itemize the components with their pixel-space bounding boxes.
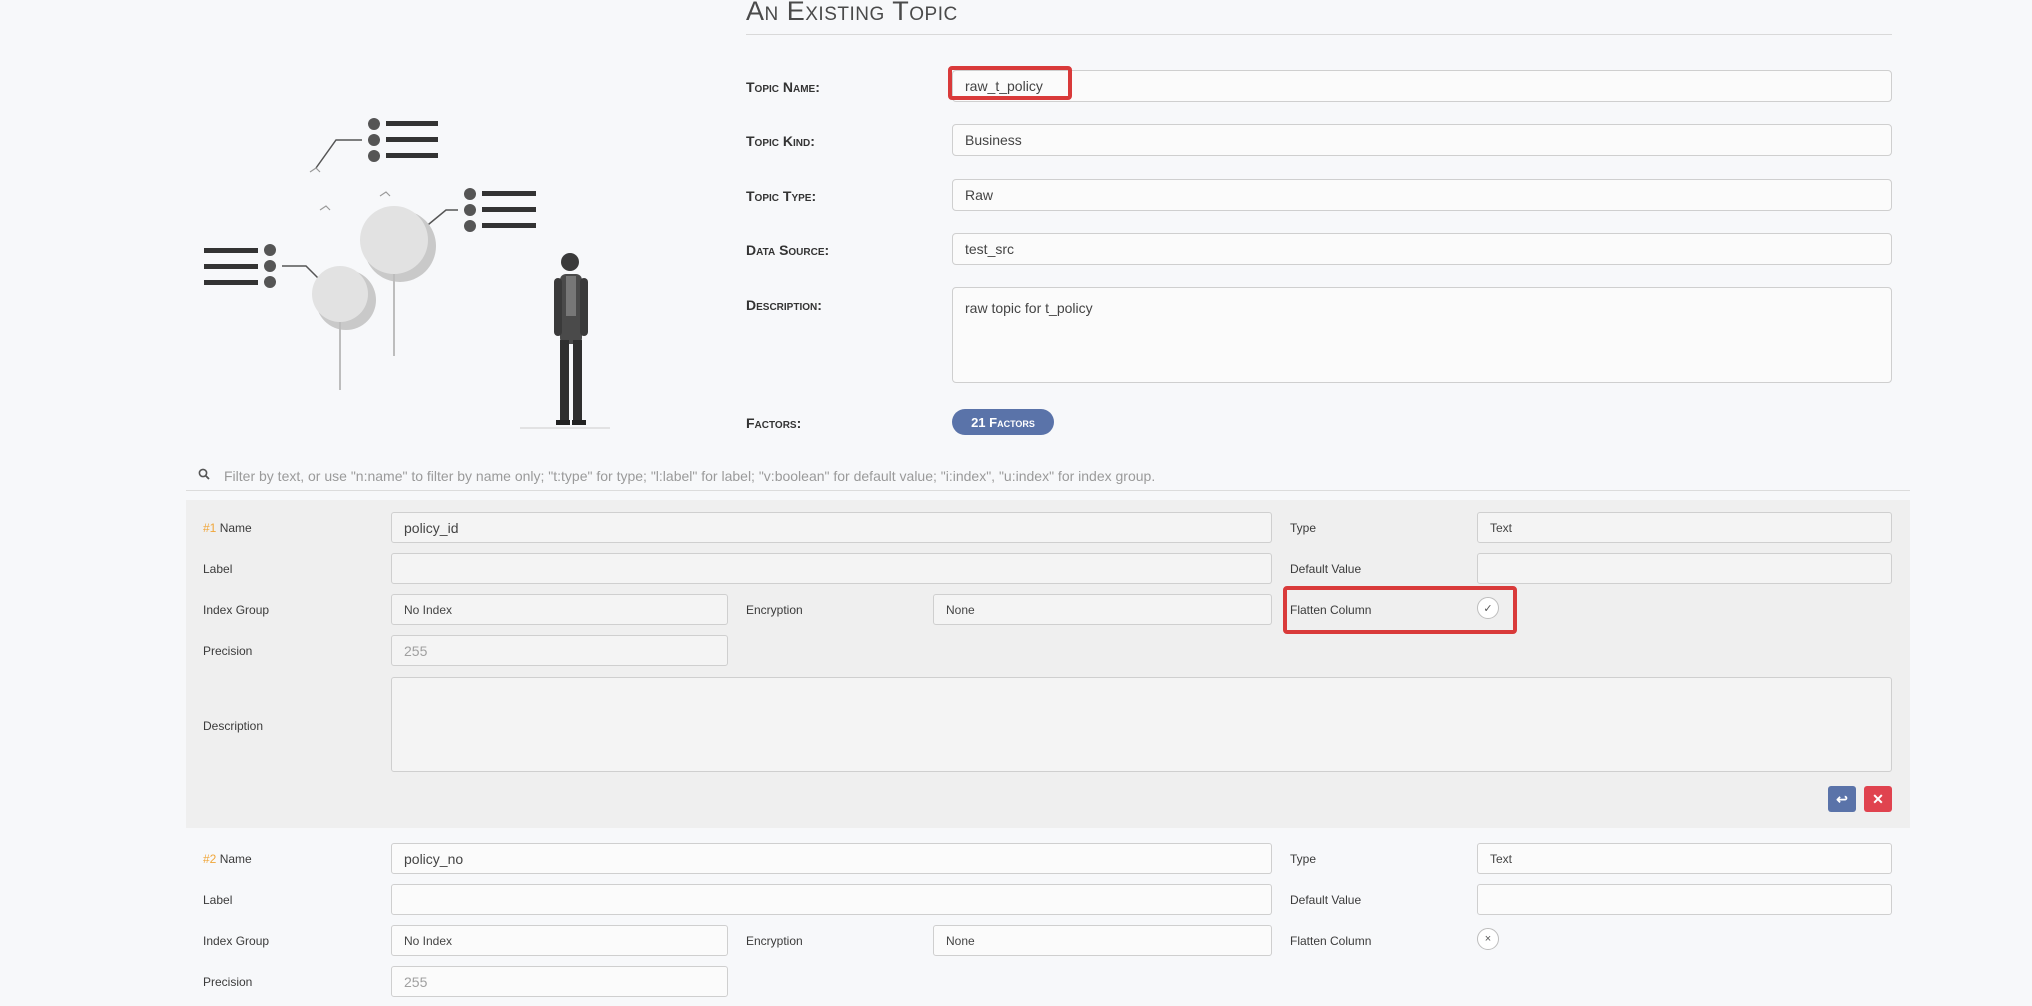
factor-2-flatten-label: Flatten Column bbox=[1290, 934, 1372, 948]
title-divider bbox=[746, 34, 1892, 35]
data-source-select[interactable]: test_src bbox=[952, 233, 1892, 265]
factor-2-type-label: Type bbox=[1290, 852, 1317, 866]
topic-kind-select[interactable]: Business bbox=[952, 124, 1892, 156]
undo-icon: ↩ bbox=[1836, 790, 1848, 807]
factor-1-default-label: Default Value bbox=[1290, 562, 1362, 576]
factor-2-default-label: Default Value bbox=[1290, 893, 1362, 907]
factor-2-name-text: Name bbox=[219, 852, 252, 866]
factor-1-type-label: Type bbox=[1290, 521, 1317, 535]
factor-2-precision-label: Precision bbox=[203, 975, 253, 989]
factor-2-default-input[interactable] bbox=[1477, 884, 1892, 915]
data-source-label: Data Source: bbox=[746, 242, 830, 258]
page-title: An Existing Topic bbox=[746, 0, 958, 26]
factor-2-precision-input[interactable]: 255 bbox=[391, 966, 728, 997]
factor-1-type-select[interactable]: Text bbox=[1477, 512, 1892, 543]
factor-1-name-label: #1 Name bbox=[203, 521, 252, 535]
factor-1-default-input[interactable] bbox=[1477, 553, 1892, 584]
factor-2-name-input[interactable]: policy_no bbox=[391, 843, 1272, 874]
factor-1-description-textarea[interactable] bbox=[391, 677, 1892, 772]
factor-1-name-input[interactable]: policy_id bbox=[391, 512, 1272, 543]
factor-1-description-label: Description bbox=[203, 719, 264, 733]
factor-1-precision-input[interactable]: 255 bbox=[391, 635, 728, 666]
filter-divider bbox=[186, 490, 1910, 491]
restore-factor-button[interactable]: ↩ bbox=[1828, 786, 1856, 812]
factor-2-encryption-select[interactable]: None bbox=[933, 925, 1272, 956]
factor-filter-input[interactable] bbox=[222, 460, 1886, 492]
person-figure bbox=[520, 253, 610, 429]
topic-name-input[interactable]: raw_t_policy bbox=[952, 70, 1892, 102]
factors-count-button[interactable]: 21 Factors bbox=[952, 409, 1054, 435]
list-icon bbox=[204, 244, 329, 289]
factor-1-encryption-select[interactable]: None bbox=[933, 594, 1272, 625]
tree-shape bbox=[312, 206, 436, 390]
flatten-column-highlight bbox=[1283, 586, 1517, 634]
close-icon: ✕ bbox=[1872, 790, 1884, 807]
factors-label: Factors: bbox=[746, 415, 802, 431]
factor-1-index: #1 bbox=[203, 521, 217, 535]
search-icon bbox=[198, 468, 210, 480]
topic-type-label: Topic Type: bbox=[746, 188, 817, 204]
topic-kind-label: Topic Kind: bbox=[746, 133, 815, 149]
factor-1-index-group-label: Index Group bbox=[203, 603, 270, 617]
factor-2-encryption-label: Encryption bbox=[746, 934, 803, 948]
topic-name-label: Topic Name: bbox=[746, 79, 820, 95]
factor-2-index-group-select[interactable]: No Index bbox=[391, 925, 728, 956]
factor-2-name-label: #2 Name bbox=[203, 852, 252, 866]
factor-1-label-label: Label bbox=[203, 562, 233, 576]
topic-name-highlight bbox=[948, 66, 1072, 100]
factor-1-label-input[interactable] bbox=[391, 553, 1272, 584]
topic-type-select[interactable]: Raw bbox=[952, 179, 1892, 211]
factor-1-precision-label: Precision bbox=[203, 644, 253, 658]
topic-illustration bbox=[204, 118, 610, 429]
factor-2-label-input[interactable] bbox=[391, 884, 1272, 915]
description-label: Description: bbox=[746, 297, 822, 313]
factor-1-name-text: Name bbox=[219, 521, 252, 535]
delete-factor-button[interactable]: ✕ bbox=[1864, 786, 1892, 812]
factor-2-index: #2 bbox=[203, 852, 217, 866]
factor-filter-bar bbox=[186, 460, 1910, 492]
factor-1-index-group-select[interactable]: No Index bbox=[391, 594, 728, 625]
factor-1-encryption-label: Encryption bbox=[746, 603, 803, 617]
factor-2-type-select[interactable]: Text bbox=[1477, 843, 1892, 874]
factor-2-index-group-label: Index Group bbox=[203, 934, 270, 948]
description-textarea[interactable]: raw topic for t_policy bbox=[952, 287, 1892, 383]
factor-2-label-label: Label bbox=[203, 893, 233, 907]
factor-2-flatten-toggle[interactable]: × bbox=[1477, 928, 1499, 950]
list-icon bbox=[315, 118, 438, 169]
